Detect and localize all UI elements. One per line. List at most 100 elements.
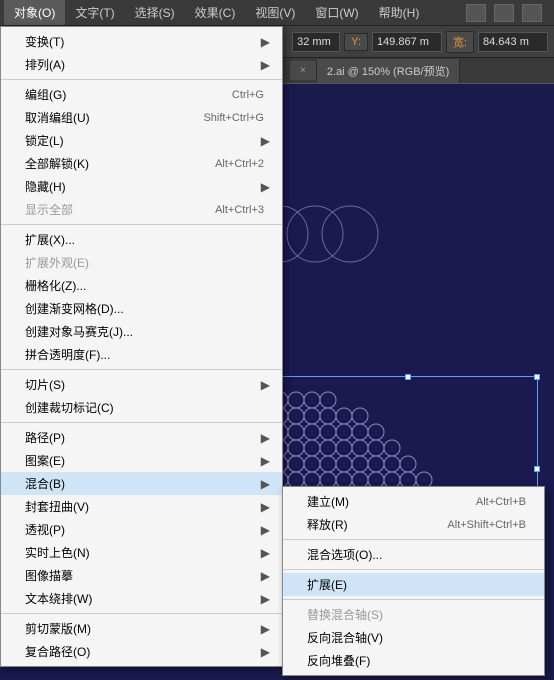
- menu-item-label: 路径(P): [25, 429, 253, 446]
- object-menu-item-5[interactable]: 锁定(L)▶: [1, 129, 282, 152]
- menu-shortcut: Shift+Ctrl+G: [203, 112, 270, 124]
- object-menu-item-26[interactable]: 图像描摹▶: [1, 564, 282, 587]
- y-label: Y:: [344, 33, 368, 51]
- object-menu-item-15[interactable]: 拼合透明度(F)...: [1, 343, 282, 366]
- object-menu-item-24[interactable]: 透视(P)▶: [1, 518, 282, 541]
- x-input[interactable]: [292, 32, 340, 52]
- submenu-arrow-icon: ▶: [253, 58, 270, 72]
- menu-select[interactable]: 选择(S): [125, 0, 185, 25]
- submenu-arrow-icon: ▶: [253, 569, 270, 583]
- menu-item-label: 剪切蒙版(M): [25, 620, 253, 637]
- object-menu-item-27[interactable]: 文本绕排(W)▶: [1, 587, 282, 610]
- blend-submenu-item-5[interactable]: 扩展(E): [283, 573, 544, 596]
- submenu-arrow-icon: ▶: [253, 180, 270, 194]
- submenu-arrow-icon: ▶: [253, 454, 270, 468]
- object-menu-item-3[interactable]: 编组(G)Ctrl+G: [1, 83, 282, 106]
- submenu-arrow-icon: ▶: [253, 477, 270, 491]
- menu-window[interactable]: 窗口(W): [305, 0, 368, 25]
- close-icon[interactable]: ×: [300, 65, 306, 76]
- submenu-arrow-icon: ▶: [253, 431, 270, 445]
- menubar: 对象(O) 文字(T) 选择(S) 效果(C) 视图(V) 窗口(W) 帮助(H…: [0, 0, 554, 26]
- tab-label: 2.ai @ 150% (RGB/预览): [327, 63, 449, 79]
- menu-effect[interactable]: 效果(C): [185, 0, 246, 25]
- object-menu-item-21[interactable]: 图案(E)▶: [1, 449, 282, 472]
- object-menu-item-7[interactable]: 隐藏(H)▶: [1, 175, 282, 198]
- menu-item-label: 创建对象马赛克(J)...: [25, 323, 270, 340]
- toolbar-icon-1[interactable]: [466, 4, 486, 22]
- menu-object[interactable]: 对象(O): [4, 0, 65, 25]
- object-menu-item-20[interactable]: 路径(P)▶: [1, 426, 282, 449]
- menu-item-label: 隐藏(H): [25, 178, 253, 195]
- menu-item-label: 变换(T): [25, 33, 253, 50]
- object-menu-item-30[interactable]: 复合路径(O)▶: [1, 640, 282, 663]
- object-menu-dropdown: 变换(T)▶排列(A)▶编组(G)Ctrl+G取消编组(U)Shift+Ctrl…: [0, 26, 283, 667]
- object-menu-item-29[interactable]: 剪切蒙版(M)▶: [1, 617, 282, 640]
- menu-type[interactable]: 文字(T): [65, 0, 124, 25]
- menu-item-label: 扩展外观(E): [25, 254, 270, 271]
- menu-item-label: 锁定(L): [25, 132, 253, 149]
- menu-item-label: 扩展(X)...: [25, 231, 270, 248]
- object-menu-item-25[interactable]: 实时上色(N)▶: [1, 541, 282, 564]
- submenu-arrow-icon: ▶: [253, 523, 270, 537]
- submenu-arrow-icon: ▶: [253, 645, 270, 659]
- blend-submenu-item-1[interactable]: 释放(R)Alt+Shift+Ctrl+B: [283, 513, 544, 536]
- width-input[interactable]: [478, 32, 548, 52]
- submenu-arrow-icon: ▶: [253, 500, 270, 514]
- object-menu-item-12[interactable]: 栅格化(Z)...: [1, 274, 282, 297]
- submenu-arrow-icon: ▶: [253, 378, 270, 392]
- menu-view[interactable]: 视图(V): [245, 0, 305, 25]
- toolbar-icon-2[interactable]: [494, 4, 514, 22]
- object-menu-item-18[interactable]: 创建裁切标记(C): [1, 396, 282, 419]
- menu-item-label: 复合路径(O): [25, 643, 253, 660]
- menu-help[interactable]: 帮助(H): [369, 0, 430, 25]
- menu-item-label: 排列(A): [25, 56, 253, 73]
- menu-item-label: 全部解锁(K): [25, 155, 215, 172]
- object-menu-item-14[interactable]: 创建对象马赛克(J)...: [1, 320, 282, 343]
- object-menu-item-4[interactable]: 取消编组(U)Shift+Ctrl+G: [1, 106, 282, 129]
- menu-item-label: 编组(G): [25, 86, 232, 103]
- menu-item-label: 图像描摹: [25, 567, 253, 584]
- toolbar-icon-3[interactable]: [522, 4, 542, 22]
- menu-item-label: 实时上色(N): [25, 544, 253, 561]
- object-menu-item-11: 扩展外观(E): [1, 251, 282, 274]
- menu-item-label: 拼合透明度(F)...: [25, 346, 270, 363]
- blend-submenu-item-0[interactable]: 建立(M)Alt+Ctrl+B: [283, 490, 544, 513]
- menu-item-label: 取消编组(U): [25, 109, 203, 126]
- menu-item-label: 创建裁切标记(C): [25, 399, 270, 416]
- menu-shortcut: Ctrl+G: [232, 89, 270, 101]
- blend-submenu-item-3[interactable]: 混合选项(O)...: [283, 543, 544, 566]
- selection-handle[interactable]: [534, 374, 540, 380]
- object-menu-item-6[interactable]: 全部解锁(K)Alt+Ctrl+2: [1, 152, 282, 175]
- object-menu-item-8: 显示全部Alt+Ctrl+3: [1, 198, 282, 221]
- object-menu-item-1[interactable]: 排列(A)▶: [1, 53, 282, 76]
- object-menu-item-17[interactable]: 切片(S)▶: [1, 373, 282, 396]
- menu-item-label: 显示全部: [25, 201, 215, 218]
- blend-submenu: 建立(M)Alt+Ctrl+B释放(R)Alt+Shift+Ctrl+B 混合选项…: [282, 486, 545, 676]
- blend-submenu-item-8[interactable]: 反向混合轴(V): [283, 626, 544, 649]
- submenu-arrow-icon: ▶: [253, 622, 270, 636]
- menu-item-label: 反向混合轴(V): [307, 629, 532, 646]
- menu-item-label: 替换混合轴(S): [307, 606, 532, 623]
- menu-shortcut: Alt+Ctrl+3: [215, 204, 270, 216]
- document-tab-2[interactable]: 2.ai @ 150% (RGB/预览): [317, 59, 460, 83]
- menu-shortcut: Alt+Ctrl+B: [476, 496, 532, 508]
- object-menu-item-13[interactable]: 创建渐变网格(D)...: [1, 297, 282, 320]
- submenu-arrow-icon: ▶: [253, 35, 270, 49]
- submenu-arrow-icon: ▶: [253, 134, 270, 148]
- menu-item-label: 透视(P): [25, 521, 253, 538]
- blend-submenu-item-9[interactable]: 反向堆叠(F): [283, 649, 544, 672]
- document-tab-1[interactable]: ×: [290, 61, 317, 80]
- menu-item-label: 混合(B): [25, 475, 253, 492]
- object-menu-item-22[interactable]: 混合(B)▶: [1, 472, 282, 495]
- object-menu-item-0[interactable]: 变换(T)▶: [1, 30, 282, 53]
- submenu-arrow-icon: ▶: [253, 592, 270, 606]
- menu-item-label: 切片(S): [25, 376, 253, 393]
- selection-handle[interactable]: [534, 466, 540, 472]
- menu-item-label: 文本绕排(W): [25, 590, 253, 607]
- object-menu-item-23[interactable]: 封套扭曲(V)▶: [1, 495, 282, 518]
- menu-item-label: 混合选项(O)...: [307, 546, 532, 563]
- menu-item-label: 封套扭曲(V): [25, 498, 253, 515]
- y-input[interactable]: [372, 32, 442, 52]
- selection-handle[interactable]: [405, 374, 411, 380]
- object-menu-item-10[interactable]: 扩展(X)...: [1, 228, 282, 251]
